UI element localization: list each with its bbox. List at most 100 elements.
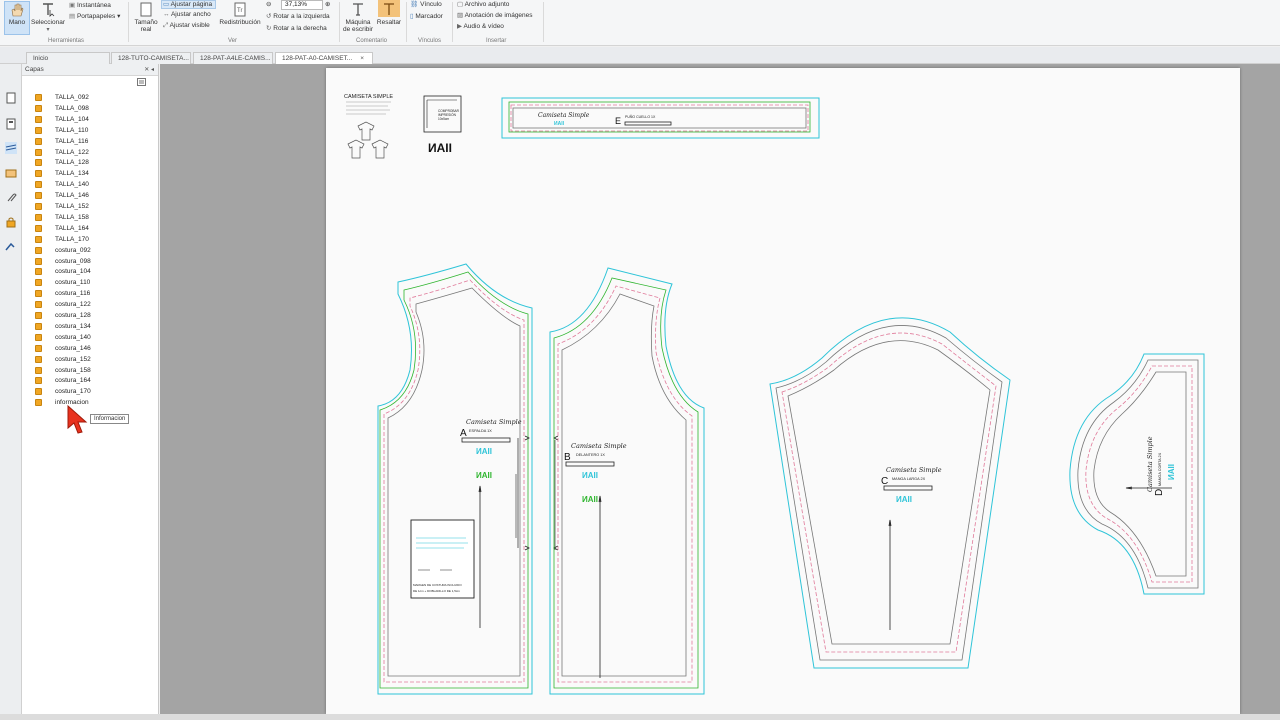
layer-visibility-checkbox[interactable] (35, 115, 42, 123)
rotar-izquierda-button[interactable]: ↺ Rotar a la izquierda (266, 12, 330, 20)
redistribucion-button[interactable]: Tr Redistribución (218, 2, 262, 26)
piece-c-manga-larga: Camiseta Simple C MANGA LARGA 2X ИAII (769, 317, 1011, 669)
piece-a-title: Camiseta Simple (466, 418, 522, 426)
panel-controls[interactable]: ✕ ◂ (144, 66, 154, 73)
layer-visibility-checkbox[interactable] (35, 148, 42, 156)
piece-b-logo-cyan: ИAII (582, 471, 598, 480)
separator (339, 2, 340, 42)
zoom-out-icon[interactable]: ⊖ (266, 0, 271, 8)
layer-visibility-checkbox[interactable] (35, 301, 42, 309)
link-icon: ⛓ (410, 1, 421, 8)
page-thumbnails-icon[interactable] (5, 92, 17, 104)
pdf-page[interactable]: .cy { fill:none; stroke:#2fc4d8; stroke-… (326, 68, 1240, 714)
anotacion-imagenes-button[interactable]: ▨ Anotación de imágenes (457, 11, 533, 19)
close-tab-icon[interactable]: × (360, 55, 364, 62)
layer-visibility-checkbox[interactable] (35, 355, 42, 363)
attachments-icon[interactable] (5, 192, 17, 204)
layer-visibility-checkbox[interactable] (35, 333, 42, 341)
header-text-lines (346, 101, 391, 115)
layer-visibility-checkbox[interactable] (35, 192, 42, 200)
group-ver: Ver (228, 38, 238, 44)
layer-options-icon[interactable] (137, 78, 146, 86)
layer-visibility-checkbox[interactable] (35, 181, 42, 189)
layer-visibility-checkbox[interactable] (35, 290, 42, 298)
hand-icon (11, 3, 24, 17)
layer-visibility-checkbox[interactable] (35, 279, 42, 287)
group-insertar: Insertar (486, 38, 507, 44)
fit-visible-icon: ⤢ (163, 22, 170, 29)
piece-e-letter: E (615, 116, 621, 126)
comments-icon[interactable] (5, 168, 17, 180)
layer-visibility-checkbox[interactable] (35, 224, 42, 232)
piece-e-puno-cuello: Camiseta Simple ИAII E PUÑO CUELLO 1X (501, 97, 820, 139)
tab-a0-camiseta[interactable]: 128-PAT-A0-CAMISET... × (275, 52, 373, 64)
layer-visibility-checkbox[interactable] (35, 104, 42, 112)
layer-visibility-checkbox[interactable] (35, 94, 42, 101)
layer-visibility-checkbox[interactable] (35, 170, 42, 178)
tamano-real-button[interactable]: Tamaño real (132, 2, 160, 33)
layer-visibility-checkbox[interactable] (35, 137, 42, 145)
piece-c-logo: ИAII (896, 495, 912, 504)
layer-label: costura_170 (55, 388, 91, 396)
piece-b-logo-green: ИAII (582, 495, 598, 504)
resaltar-button[interactable]: Resaltar (376, 2, 402, 26)
tamano-real-label-1: Tamaño (134, 19, 158, 26)
document-view[interactable]: .cy { fill:none; stroke:#2fc4d8; stroke-… (160, 64, 1280, 714)
ajustar-visible-button[interactable]: ⤢ Ajustar visible (163, 22, 210, 30)
ajustar-pagina-button[interactable]: ▭ Ajustar página (163, 0, 212, 8)
redistribucion-label: Redistribución (219, 19, 261, 26)
zoom-in-icon[interactable]: ⊕ (325, 0, 330, 8)
instantanea-button[interactable]: ▣ Instantánea (69, 1, 111, 9)
seleccionar-button[interactable]: Seleccionar ▾ (30, 2, 66, 33)
layers-icon[interactable] (5, 142, 17, 154)
piece-c-letter: C (881, 476, 888, 487)
archivo-adjunto-button[interactable]: ▢ Archivo adjunto (457, 0, 509, 8)
layer-visibility-checkbox[interactable] (35, 322, 42, 330)
layer-visibility-checkbox[interactable] (35, 159, 42, 167)
vinculo-button[interactable]: ⛓ Vínculo (410, 0, 442, 8)
tab-tuto-camiseta[interactable]: 128-TUTO-CAMISETA... (111, 52, 191, 64)
ajustar-ancho-button[interactable]: ↔ Ajustar ancho (163, 11, 211, 18)
reflow-icon: Tr (234, 2, 246, 17)
layer-label: costura_158 (55, 366, 91, 374)
pattern-drawing: .cy { fill:none; stroke:#2fc4d8; stroke-… (344, 94, 1205, 695)
tab-inicio[interactable]: Inicio (26, 52, 110, 64)
camera-icon: ▣ (69, 2, 77, 9)
security-lock-icon[interactable] (5, 216, 17, 228)
mano-button[interactable]: Mano (6, 2, 28, 26)
audio-video-button[interactable]: ▶ Audio & vídeo (457, 22, 504, 30)
portapapeles-button[interactable]: ▤ Portapapeles ▾ (69, 12, 120, 20)
layer-visibility-checkbox[interactable] (35, 235, 42, 243)
layer-label: costura_152 (55, 355, 91, 363)
layer-label: costura_110 (55, 279, 91, 287)
signature-icon[interactable] (5, 240, 17, 252)
maquina-label-1: Máquina (345, 19, 371, 26)
header-title: CAMISETA SIMPLE (344, 94, 393, 100)
marcador-button[interactable]: ▯ Marcador (410, 12, 443, 20)
layer-visibility-checkbox[interactable] (35, 388, 42, 396)
piece-b-delantero: Camiseta Simple B DELANTERO 1X ИAII ИAII (549, 267, 705, 695)
maquina-escribir-button[interactable]: Máquina de escribir (341, 2, 375, 33)
archivo-adjunto-label: Archivo adjunto (464, 1, 510, 8)
layer-visibility-checkbox[interactable] (35, 246, 42, 254)
layers-panel-title: Capas (25, 66, 44, 73)
bookmarks-icon[interactable] (5, 118, 17, 130)
layer-label: costura_104 (55, 268, 91, 276)
layer-visibility-checkbox[interactable] (35, 268, 42, 276)
layer-visibility-checkbox[interactable] (35, 203, 42, 210)
layer-visibility-checkbox[interactable] (35, 377, 42, 385)
layer-visibility-checkbox[interactable] (35, 344, 42, 352)
layer-visibility-checkbox[interactable] (35, 126, 42, 134)
layer-visibility-checkbox[interactable] (35, 213, 42, 221)
layer-label: TALLA_170 (55, 235, 89, 243)
attachment-icon: ▢ (457, 1, 465, 8)
zoom-input[interactable]: 37,13% (281, 0, 323, 10)
layer-label: costura_116 (55, 290, 91, 298)
layer-visibility-checkbox[interactable] (35, 399, 42, 407)
rotar-derecha-button[interactable]: ↻ Rotar a la derecha (266, 24, 327, 32)
tab-a4le-camiseta[interactable]: 128-PAT-A4LE-CAMIS... (193, 52, 273, 64)
layer-visibility-checkbox[interactable] (35, 257, 42, 265)
ribbon-toolbar: Mano Seleccionar ▾ ▣ Instantánea ▤ Porta… (0, 0, 1280, 46)
layer-visibility-checkbox[interactable] (35, 312, 42, 319)
layer-visibility-checkbox[interactable] (35, 366, 42, 374)
